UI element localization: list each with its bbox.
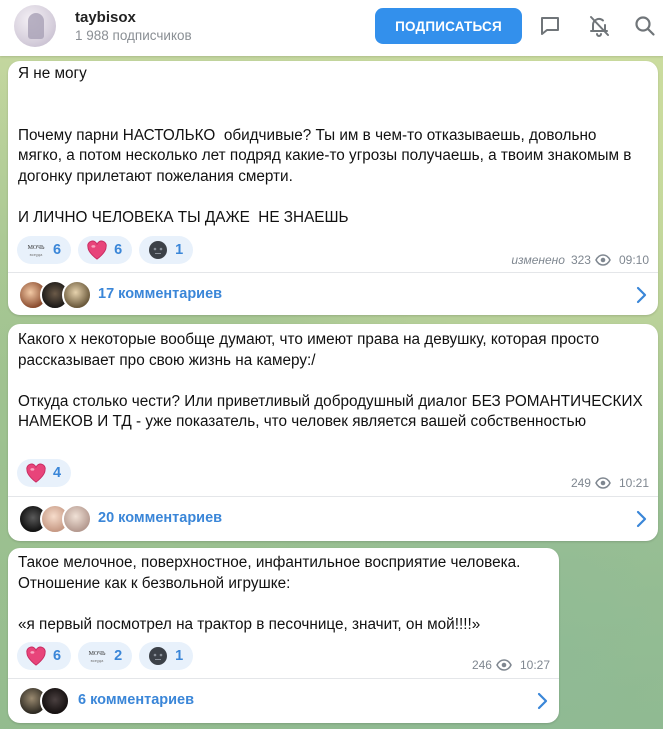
comments-count: 17 комментариев	[98, 286, 223, 302]
channel-header: taybisox 1 988 подписчиков ПОДПИСАТЬСЯ	[0, 0, 663, 56]
svg-text:МОЧЬ: МОЧЬ	[28, 245, 45, 251]
reaction-count: 6	[53, 648, 62, 664]
new-moon-face-emoji	[147, 646, 169, 666]
reaction-count: 4	[53, 465, 62, 481]
post-meta: 246 10:27	[472, 658, 550, 672]
chevron-right-icon	[636, 286, 647, 304]
heart-emoji	[86, 240, 108, 260]
reaction-count: 6	[53, 242, 62, 258]
sticker-emoji: МОЧЬ всеуда	[25, 240, 47, 260]
edited-label: изменено	[511, 253, 565, 267]
svg-text:всеуда: всеуда	[30, 252, 43, 257]
channel-post: Какого х некоторые вообще думают, что им…	[8, 324, 658, 541]
post-text: Я не могу Почему парни НАСТОЛЬКО обидчив…	[18, 65, 632, 226]
svg-text:всеуда: всеуда	[91, 658, 104, 663]
heart-emoji	[25, 463, 47, 483]
channel-post: Я не могу Почему парни НАСТОЛЬКО обидчив…	[8, 61, 658, 315]
eye-icon	[496, 659, 512, 671]
avatar	[62, 504, 92, 534]
post-time: 10:27	[519, 658, 550, 672]
reaction-count: 1	[175, 648, 184, 664]
comment-icon[interactable]	[538, 14, 562, 38]
reaction-sticker[interactable]: МОЧЬ всеуда 6	[17, 236, 72, 264]
channel-post: Такое мелочное, поверхностное, инфантиль…	[8, 548, 559, 723]
comments-count: 6 комментариев	[78, 692, 195, 708]
reaction-count: 6	[114, 242, 123, 258]
view-count: 323	[570, 253, 591, 267]
svg-text:МОЧЬ: МОЧЬ	[89, 651, 106, 657]
reaction-heart[interactable]: 6	[78, 236, 133, 264]
avatar	[62, 280, 92, 310]
comments-link[interactable]: 20 комментариев	[8, 497, 658, 541]
subscribe-button[interactable]: ПОДПИСАТЬСЯ	[375, 8, 522, 44]
sticker-emoji: МОЧЬ всеуда	[86, 646, 108, 666]
eye-icon	[595, 477, 611, 489]
reactions-bar: 4	[17, 459, 72, 487]
post-meta: 249 10:21	[571, 476, 649, 490]
new-moon-face-emoji	[147, 240, 169, 260]
post-text: Такое мелочное, поверхностное, инфантиль…	[18, 554, 521, 633]
bell-muted-icon[interactable]	[587, 14, 611, 38]
comments-link[interactable]: 6 комментариев	[8, 679, 559, 723]
reaction-moon[interactable]: 1	[139, 642, 194, 670]
chevron-right-icon	[537, 692, 548, 710]
reactions-bar: МОЧЬ всеуда 6 6 1	[17, 236, 194, 264]
view-count: 246	[471, 658, 492, 672]
reaction-moon[interactable]: 1	[139, 236, 194, 264]
search-icon[interactable]	[633, 14, 657, 38]
comments-count: 20 комментариев	[98, 510, 223, 526]
post-meta: изменено 323 09:10	[511, 253, 649, 267]
channel-name[interactable]: taybisox	[75, 9, 136, 26]
channel-avatar[interactable]	[14, 5, 56, 47]
reaction-count: 1	[175, 242, 184, 258]
subscriber-count: 1 988 подписчиков	[75, 28, 192, 43]
view-count: 249	[570, 476, 591, 490]
reaction-heart[interactable]: 6	[17, 642, 72, 670]
post-time: 10:21	[618, 476, 649, 490]
reaction-heart[interactable]: 4	[17, 459, 72, 487]
comments-link[interactable]: 17 комментариев	[8, 273, 658, 315]
avatar	[40, 686, 70, 716]
reaction-sticker[interactable]: МОЧЬ всеуда 2	[78, 642, 133, 670]
eye-icon	[595, 254, 611, 266]
chevron-right-icon	[636, 510, 647, 528]
post-time: 09:10	[618, 253, 649, 267]
post-text: Какого х некоторые вообще думают, что им…	[18, 331, 643, 430]
reactions-bar: 6 МОЧЬ всеуда 2 1	[17, 642, 194, 670]
heart-emoji	[25, 646, 47, 666]
reaction-count: 2	[114, 648, 123, 664]
